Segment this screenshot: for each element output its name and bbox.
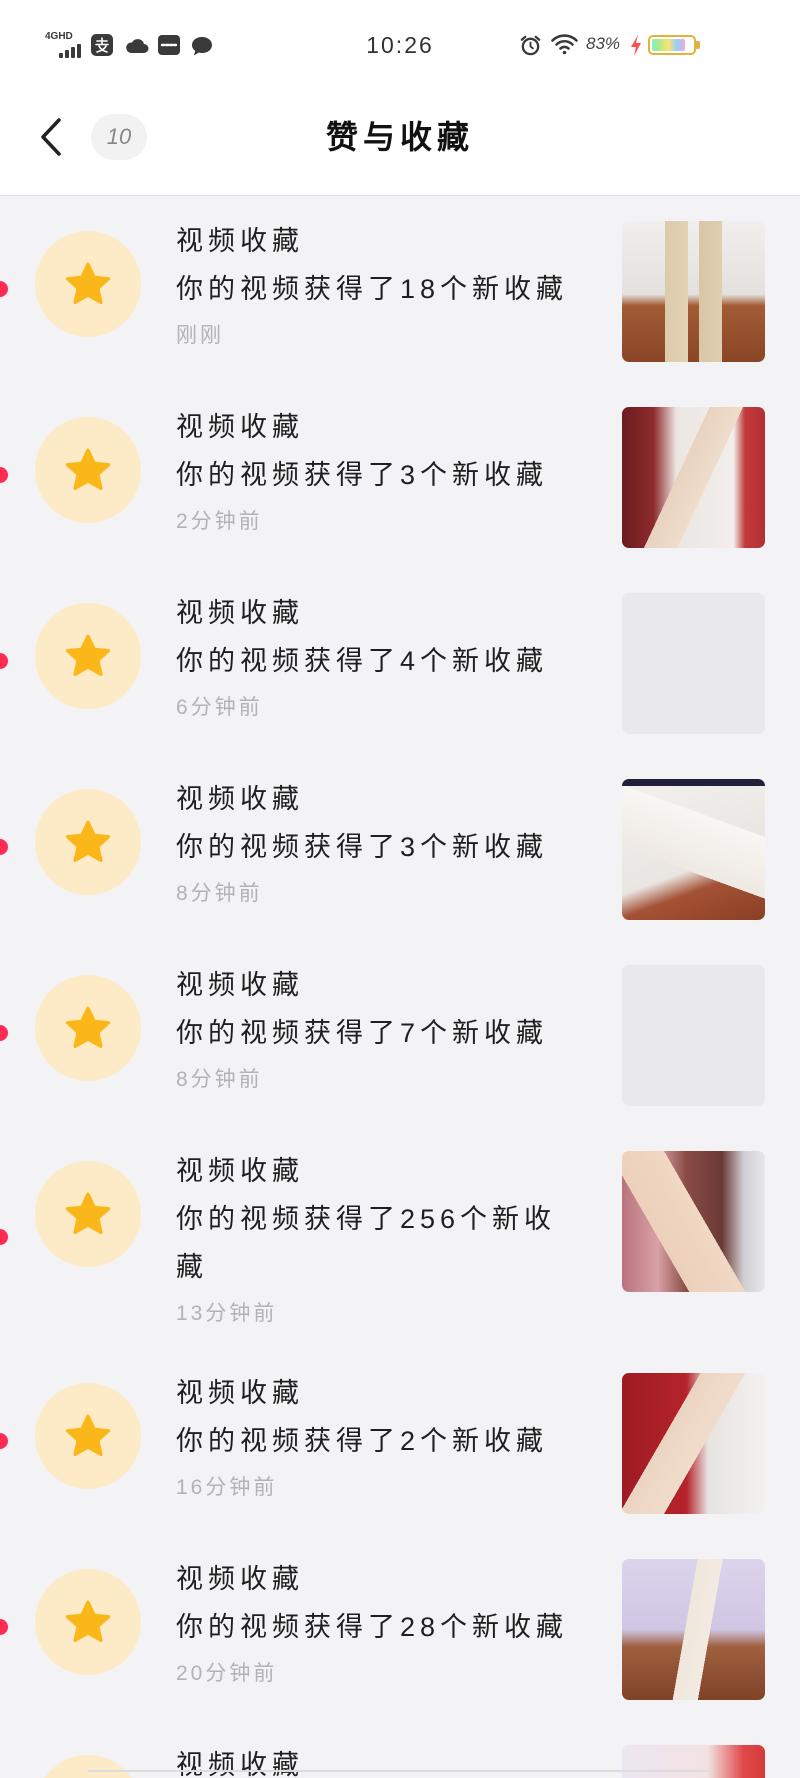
charging-icon <box>631 35 641 56</box>
notification-title: 视频收藏 <box>176 226 304 256</box>
notification-message: 你的视频获得了4个新收藏 <box>176 646 549 676</box>
notification-time: 13分钟前 <box>176 1302 278 1325</box>
video-thumbnail[interactable] <box>622 1559 765 1700</box>
video-thumbnail[interactable] <box>622 407 765 548</box>
notification-text: 视频收藏 你的视频获得了256个新收藏 13分钟前 <box>176 1147 578 1336</box>
top-nav-bar: 10 赞与收藏 <box>0 85 800 196</box>
unread-dot <box>0 1619 8 1635</box>
star-icon <box>63 631 113 681</box>
alarm-icon <box>520 35 541 56</box>
notification-title: 视频收藏 <box>176 1156 304 1186</box>
battery-level <box>652 39 686 51</box>
notification-item[interactable]: 视频收藏 你的视频获得了2个新收藏 16分钟前 <box>0 1348 800 1534</box>
unread-dot <box>0 1025 8 1041</box>
star-icon <box>63 1003 113 1053</box>
notification-time: 16分钟前 <box>176 1476 278 1499</box>
notification-time: 8分钟前 <box>176 1068 263 1091</box>
notification-message: 你的视频获得了3个新收藏 <box>176 832 549 862</box>
battery-icon <box>648 35 700 55</box>
notification-text: 视频收藏 你的视频获得了2个新收藏 16分钟前 <box>176 1369 578 1510</box>
battery-tip <box>696 41 700 49</box>
status-bar: 4GHD 10:26 83% <box>0 0 800 85</box>
notification-message: 你的视频获得了3个新收藏 <box>176 460 549 490</box>
unread-dot <box>0 281 8 297</box>
star-icon <box>63 445 113 495</box>
favorite-avatar[interactable] <box>35 1161 141 1267</box>
notification-item[interactable]: 视频收藏 你的视频获得了256个新收藏 13分钟前 <box>0 1126 800 1348</box>
notification-list: 视频收藏 你的视频获得了18个新收藏 刚刚 视频收藏 你的视频获得了3个新收藏 … <box>0 196 800 1778</box>
video-thumbnail[interactable] <box>622 1373 765 1514</box>
notification-item[interactable]: 视频收藏 你的视频获得了18个新收藏 刚刚 <box>0 196 800 382</box>
unread-dot <box>0 1433 8 1449</box>
star-icon <box>63 259 113 309</box>
unread-dot <box>0 839 8 855</box>
notification-item[interactable]: 视频收藏 你的视频获得了28个新收藏 20分钟前 <box>0 1534 800 1720</box>
unread-dot <box>0 1229 8 1245</box>
notification-time: 刚刚 <box>176 324 224 347</box>
favorite-avatar[interactable] <box>35 1755 141 1778</box>
star-icon <box>63 817 113 867</box>
notification-message: 你的视频获得了256个新收藏 <box>176 1204 557 1282</box>
wifi-icon <box>551 34 578 55</box>
notification-title: 视频收藏 <box>176 970 304 1000</box>
video-thumbnail[interactable] <box>622 1745 765 1778</box>
video-thumbnail[interactable] <box>622 1151 765 1292</box>
favorite-avatar[interactable] <box>35 789 141 895</box>
notification-item[interactable]: 视频收藏 你的视频获得了3个新收藏 8分钟前 <box>0 754 800 940</box>
notification-title: 视频收藏 <box>176 598 304 628</box>
star-icon <box>63 1597 113 1647</box>
notification-title: 视频收藏 <box>176 1564 304 1594</box>
video-thumbnail[interactable] <box>622 593 765 734</box>
notification-text: 视频收藏 你的视频获得了4个新收藏 6分钟前 <box>176 589 578 730</box>
video-thumbnail[interactable] <box>622 221 765 362</box>
notification-title: 视频收藏 <box>176 784 304 814</box>
favorite-avatar[interactable] <box>35 231 141 337</box>
notification-item[interactable]: 视频收藏 你的视频获得了7个新收藏 8分钟前 <box>0 940 800 1126</box>
notification-time: 20分钟前 <box>176 1662 278 1685</box>
notification-message: 你的视频获得了7个新收藏 <box>176 1018 549 1048</box>
notification-title: 视频收藏 <box>176 412 304 442</box>
notification-text: 视频收藏 你的视频获得了3个新收藏 8分钟前 <box>176 775 578 916</box>
notification-text: 视频收藏 你的视频获得了3个新收藏 2分钟前 <box>176 403 578 544</box>
favorite-avatar[interactable] <box>35 975 141 1081</box>
notification-text: 视频收藏 你的视频获得了28个新收藏 20分钟前 <box>176 1555 578 1696</box>
favorite-avatar[interactable] <box>35 417 141 523</box>
notification-text: 视频收藏 你的视频获得了7个新收藏 8分钟前 <box>176 961 578 1102</box>
favorite-avatar[interactable] <box>35 603 141 709</box>
battery-body <box>648 35 696 55</box>
notification-title: 视频收藏 <box>176 1750 304 1778</box>
notification-time: 8分钟前 <box>176 882 263 905</box>
notification-item[interactable]: 视频收藏 你的视频获得了3个新收藏 2分钟前 <box>0 382 800 568</box>
scroll-indicator <box>88 1770 714 1772</box>
battery-percent: 83% <box>586 34 621 53</box>
notification-item[interactable]: 视频收藏 你的视频获得了4个新收藏 6分钟前 <box>0 568 800 754</box>
unread-dot <box>0 467 8 483</box>
notification-time: 6分钟前 <box>176 696 263 719</box>
unread-dot <box>0 653 8 669</box>
notification-text: 视频收藏 <box>176 1741 578 1778</box>
notification-text: 视频收藏 你的视频获得了18个新收藏 刚刚 <box>176 217 578 358</box>
favorite-avatar[interactable] <box>35 1569 141 1675</box>
notification-time: 2分钟前 <box>176 510 263 533</box>
notification-message: 你的视频获得了18个新收藏 <box>176 274 569 304</box>
video-thumbnail[interactable] <box>622 965 765 1106</box>
star-icon <box>63 1411 113 1461</box>
video-thumbnail[interactable] <box>622 779 765 920</box>
notification-title: 视频收藏 <box>176 1378 304 1408</box>
favorite-avatar[interactable] <box>35 1383 141 1489</box>
notification-message: 你的视频获得了2个新收藏 <box>176 1426 549 1456</box>
notification-message: 你的视频获得了28个新收藏 <box>176 1612 569 1642</box>
star-icon <box>63 1189 113 1239</box>
page-title: 赞与收藏 <box>325 119 474 155</box>
